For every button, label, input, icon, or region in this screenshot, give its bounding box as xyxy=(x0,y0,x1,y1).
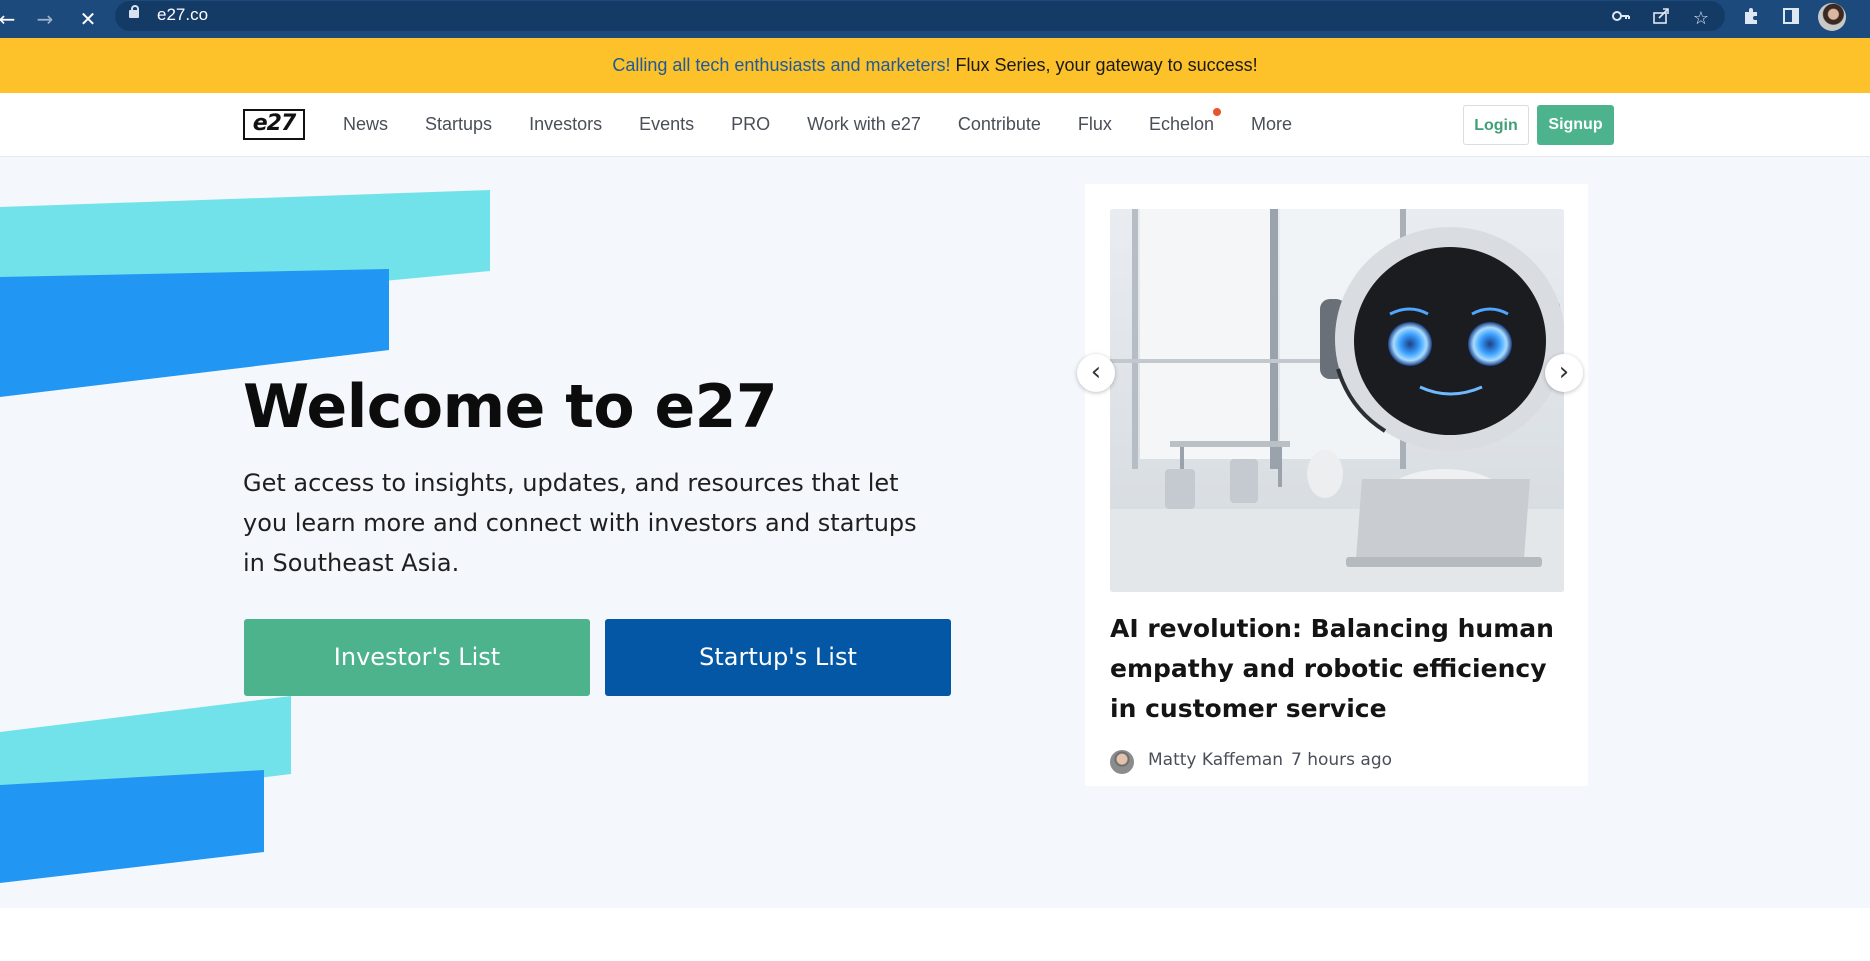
author-avatar xyxy=(1110,750,1134,774)
nav-more[interactable]: More xyxy=(1251,114,1292,135)
browser-toolbar: ← → ✕ e27.co ☆ xyxy=(0,0,1870,38)
extensions-icon[interactable] xyxy=(1738,6,1764,32)
author-name[interactable]: Matty Kaffeman xyxy=(1148,750,1283,770)
featured-article-card[interactable]: ‹ › AI revolution: Balancing human empat… xyxy=(1077,184,1588,786)
startups-list-button[interactable]: Startup's List xyxy=(605,619,951,696)
nav-echelon-label: Echelon xyxy=(1148,114,1214,134)
investors-list-button[interactable]: Investor's List xyxy=(244,619,590,696)
carousel-prev-icon[interactable]: ‹ xyxy=(1077,354,1115,392)
forward-icon[interactable]: → xyxy=(32,6,58,32)
profile-avatar[interactable] xyxy=(1818,3,1846,31)
nav-startups[interactable]: Startups xyxy=(425,114,492,135)
notification-dot xyxy=(1213,108,1221,116)
nav-work-with-e27[interactable]: Work with e27 xyxy=(807,114,921,135)
stop-loading-icon[interactable]: ✕ xyxy=(75,6,101,32)
hero-title: Welcome to e27 xyxy=(243,372,778,442)
hero-description: Get access to insights, updates, and res… xyxy=(243,469,917,577)
nav-pro[interactable]: PRO xyxy=(731,114,770,135)
address-url[interactable]: e27.co xyxy=(157,5,208,25)
main-nav: News Startups Investors Events PRO Work … xyxy=(343,93,1329,156)
signup-button[interactable]: Signup xyxy=(1537,105,1614,145)
star-icon[interactable]: ☆ xyxy=(1688,6,1714,32)
promo-text: Flux Series, your gateway to success! xyxy=(950,55,1258,75)
login-button[interactable]: Login xyxy=(1463,105,1529,145)
promo-link[interactable]: Calling all tech enthusiasts and markete… xyxy=(612,55,950,75)
share-icon[interactable] xyxy=(1648,6,1674,32)
nav-investors[interactable]: Investors xyxy=(529,114,602,135)
nav-echelon[interactable]: Echelon xyxy=(1148,108,1221,135)
back-icon[interactable]: ← xyxy=(0,6,20,32)
lock-icon xyxy=(129,5,139,18)
site-header: e27 News Startups Investors Events PRO W… xyxy=(0,93,1870,157)
sidepanel-icon[interactable] xyxy=(1778,6,1804,32)
article-title[interactable]: AI revolution: Balancing human empathy a… xyxy=(1110,609,1570,729)
carousel-next-icon[interactable]: › xyxy=(1545,354,1583,392)
robot-office-illustration xyxy=(1110,209,1564,592)
article-image[interactable] xyxy=(1110,209,1564,592)
key-icon[interactable] xyxy=(1608,6,1634,32)
address-bar[interactable]: e27.co xyxy=(115,1,1725,31)
promo-banner[interactable]: Calling all tech enthusiasts and markete… xyxy=(0,38,1870,93)
nav-news[interactable]: News xyxy=(343,114,388,135)
nav-flux[interactable]: Flux xyxy=(1078,114,1112,135)
e27-logo[interactable]: e27 xyxy=(243,109,305,140)
nav-contribute[interactable]: Contribute xyxy=(958,114,1041,135)
post-timestamp: 7 hours ago xyxy=(1291,750,1393,770)
hero-section: Welcome to e27 Get access to insights, u… xyxy=(0,157,1870,908)
nav-events[interactable]: Events xyxy=(639,114,694,135)
